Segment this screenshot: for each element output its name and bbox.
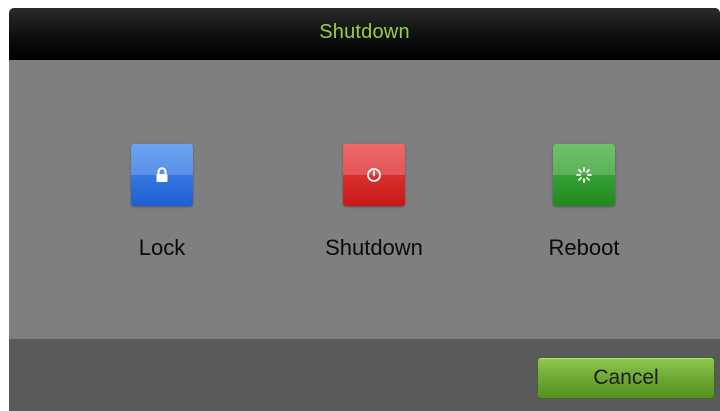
dialog-body: Lock Shutdown Reboot — [9, 60, 720, 339]
dialog-footer: Cancel — [9, 339, 720, 411]
dialog-title: Shutdown — [319, 20, 410, 43]
lock-label: Lock — [138, 235, 186, 260]
lock-action[interactable]: Lock — [82, 144, 242, 261]
cancel-button[interactable]: Cancel — [537, 357, 715, 399]
shutdown-action[interactable]: Shutdown — [294, 144, 454, 261]
shutdown-label: Shutdown — [325, 235, 423, 260]
dialog-titlebar: Shutdown — [9, 8, 720, 60]
reboot-label: Reboot — [548, 235, 620, 260]
power-icon[interactable] — [343, 144, 405, 206]
reboot-icon[interactable] — [553, 144, 615, 206]
lock-icon[interactable] — [131, 144, 193, 206]
reboot-action[interactable]: Reboot — [504, 144, 664, 261]
shutdown-dialog: Shutdown Lock Shutdown Reboot Cancel — [9, 8, 720, 411]
